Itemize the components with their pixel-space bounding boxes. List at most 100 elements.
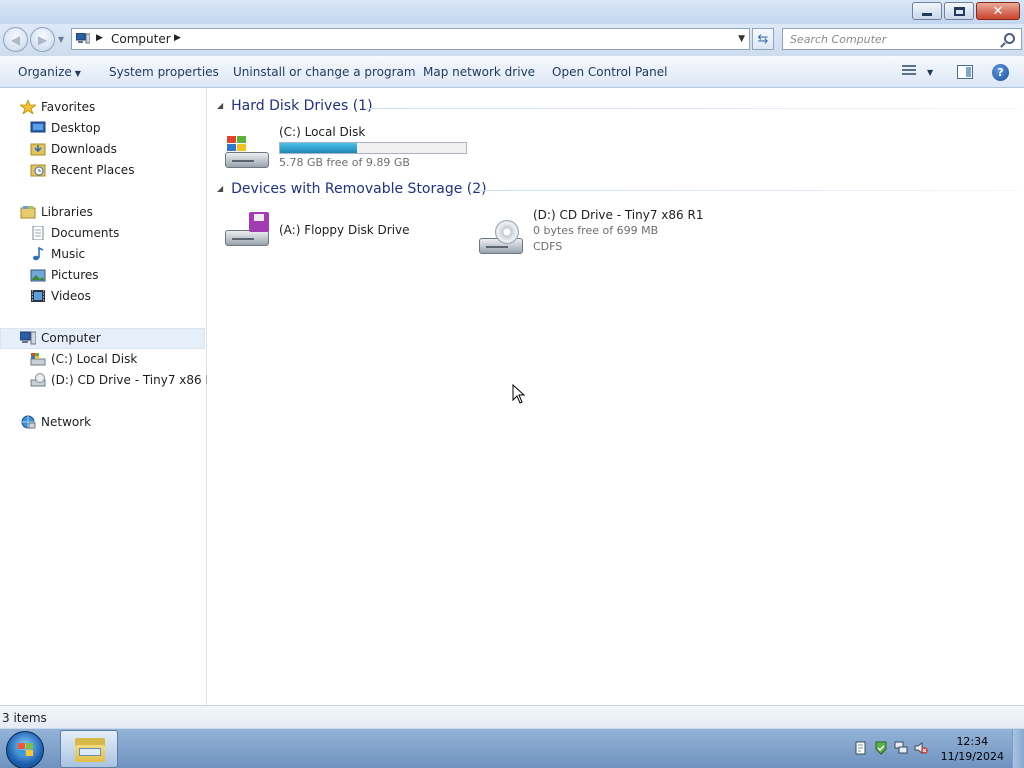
change-view-icon[interactable] [902,65,918,78]
network-connection-icon[interactable] [894,741,908,755]
d-drive-name: (D:) CD Drive - Tiny7 x86 R1 [533,208,704,222]
windows-logo-icon [18,743,34,758]
clock-time: 12:34 [956,735,989,748]
system-clock[interactable]: 12:34 11/19/2024 [941,734,1004,764]
hdd-group-title: Hard Disk Drives (1) [231,98,373,114]
c-drive-capacity-fill [280,143,358,153]
navigation-pane: Favorites Desktop Downloads Recent Place… [0,88,221,705]
folder-icon [75,738,105,762]
local-disk-icon [30,353,46,366]
action-center-flag-icon[interactable] [854,741,868,755]
start-button[interactable] [6,731,44,768]
refresh-button[interactable]: ⇆ [752,28,774,50]
nav-network-label: Network [41,415,92,429]
removable-group-header[interactable]: ◢ Devices with Removable Storage (2) [217,181,487,197]
nav-cd-drive-label: (D:) CD Drive - Tiny7 x86 R1 [51,373,222,387]
dropdown-arrow-icon: ▼ [74,69,81,78]
group-divider [367,108,1017,109]
collapse-triangle-icon[interactable]: ◢ [217,101,223,110]
taskbar: 12:34 11/19/2024 [0,728,1024,768]
mouse-pointer-icon [512,384,526,404]
music-note-icon [33,247,44,261]
nav-videos-label: Videos [51,289,91,303]
organize-label: Organize [18,65,72,79]
map-network-drive-button[interactable]: Map network drive [423,65,535,79]
recent-pages-dropdown[interactable]: ▼ [58,35,64,44]
computer-icon [20,331,36,345]
a-drive-tile[interactable]: (A:) Floppy Disk Drive [207,208,467,258]
breadcrumb-chevron-icon[interactable]: ▶ [174,33,181,43]
nav-documents-label: Documents [51,226,120,240]
caption-buttons: ✕ [910,2,1020,20]
restore-icon [945,3,973,19]
forward-arrow-icon: ▶ [37,32,48,47]
close-button[interactable]: ✕ [976,2,1020,20]
search-placeholder: Search Computer [790,33,887,46]
refresh-icon: ⇆ [757,31,769,47]
computer-icon [76,33,90,44]
d-drive-filesystem: CDFS [533,240,563,253]
search-icon[interactable] [1004,33,1015,44]
floppy-drive-icon [225,212,269,246]
c-drive-tile[interactable]: (C:) Local Disk 5.78 GB free of 9.89 GB [207,120,487,170]
preview-pane-icon[interactable] [957,65,973,79]
c-drive-name: (C:) Local Disk [279,125,366,139]
address-row: ◀ ▶ ▼ ▶ Computer ▶ ▼ ⇆ Search Computer [0,24,1024,56]
uninstall-program-button[interactable]: Uninstall or change a program [233,65,416,79]
nav-music-label: Music [51,247,86,261]
d-drive-tile[interactable]: (D:) CD Drive - Tiny7 x86 R1 0 bytes fre… [467,208,727,258]
group-divider [475,190,1017,191]
pictures-icon [30,269,46,282]
open-control-panel-button[interactable]: Open Control Panel [552,65,667,79]
cd-drive-icon [30,373,46,387]
recent-places-icon [30,164,46,177]
volume-muted-icon[interactable] [914,741,928,755]
breadcrumb-computer[interactable]: Computer [111,32,171,46]
close-icon: ✕ [992,3,1004,19]
collapse-triangle-icon[interactable]: ◢ [217,184,223,193]
organize-button[interactable]: Organize ▼ [18,65,81,79]
nav-pictures-label: Pictures [51,268,99,282]
downloads-folder-icon [30,143,46,156]
network-icon [21,415,36,429]
nav-local-disk-label: (C:) Local Disk [51,352,138,366]
system-tray: 12:34 11/19/2024 [842,729,1024,768]
videos-film-icon [31,290,45,302]
help-icon[interactable]: ? [992,64,1009,81]
nav-favorites-label: Favorites [41,100,96,114]
address-bar[interactable]: ▶ Computer ▶ ▼ [71,28,750,50]
breadcrumb-chevron-icon[interactable]: ▶ [96,33,103,43]
cd-drive-icon [479,220,523,254]
minimize-button[interactable] [912,2,942,20]
desktop-icon [30,121,46,133]
a-drive-name: (A:) Floppy Disk Drive [279,223,410,237]
system-properties-button[interactable]: System properties [109,65,219,79]
forward-button[interactable]: ▶ [30,27,55,52]
search-box[interactable]: Search Computer [782,28,1022,50]
view-dropdown-icon[interactable]: ▼ [927,68,933,77]
taskbar-explorer-button[interactable] [60,730,118,768]
c-drive-capacity-bar [279,142,467,154]
title-bar[interactable]: ✕ [0,0,1024,24]
explorer-window: ✕ ◀ ▶ ▼ ▶ Computer ▶ ▼ ⇆ Search Computer… [0,0,1024,728]
address-dropdown-icon[interactable]: ▼ [738,34,745,44]
hdd-group-header[interactable]: ◢ Hard Disk Drives (1) [217,98,373,114]
d-drive-free-space: 0 bytes free of 699 MB [533,224,659,237]
security-shield-icon[interactable] [874,741,888,755]
back-button[interactable]: ◀ [3,27,28,52]
c-drive-free-space: 5.78 GB free of 9.89 GB [279,156,410,169]
restore-button[interactable] [944,2,974,20]
status-bar: 3 items [0,705,1024,728]
item-count: 3 items [2,711,47,725]
star-icon [20,100,36,114]
clock-date: 11/19/2024 [940,750,1004,763]
removable-group-title: Devices with Removable Storage (2) [231,181,487,197]
documents-icon [32,226,44,240]
show-desktop-button[interactable] [1012,729,1024,768]
local-disk-icon [225,134,269,168]
libraries-icon [20,206,36,219]
back-arrow-icon: ◀ [10,32,21,47]
nav-downloads-label: Downloads [51,142,117,156]
nav-computer-label: Computer [41,331,101,345]
nav-recent-places-label: Recent Places [51,163,135,177]
